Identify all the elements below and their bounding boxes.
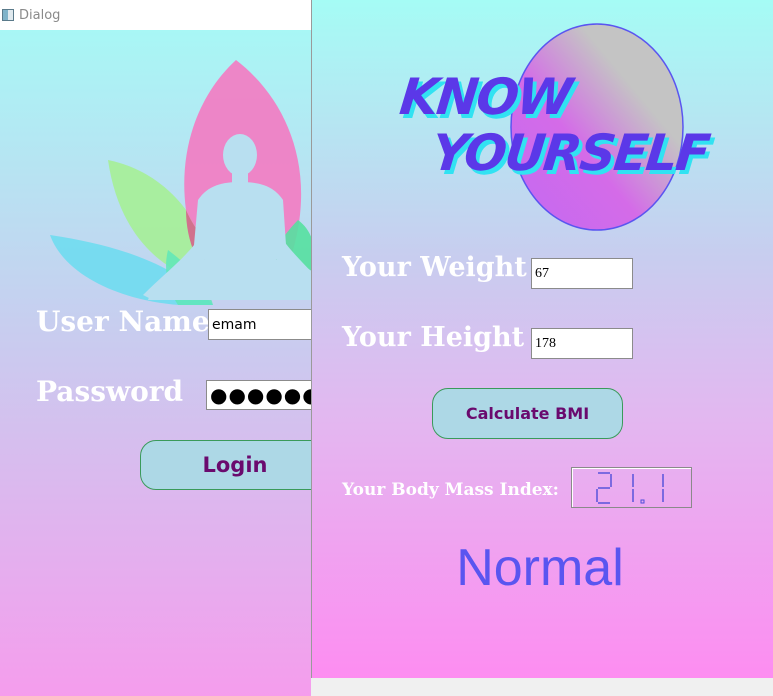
bmi-result-label: Your Body Mass Index: <box>342 480 559 500</box>
weight-label: Your Weight <box>342 252 527 283</box>
height-input[interactable]: 178 <box>531 328 633 359</box>
yoga-lotus-logo <box>50 60 312 305</box>
height-label: Your Height <box>342 322 525 353</box>
calculate-bmi-button[interactable]: Calculate BMI <box>432 388 623 439</box>
lcd-decimal-point <box>640 499 645 503</box>
bmi-window-bottom-strip <box>311 678 773 696</box>
login-title-bar[interactable]: Dialog <box>0 0 312 30</box>
login-window-title: Dialog <box>19 7 61 23</box>
password-label: Password <box>36 375 184 408</box>
bmi-status-value: Normal <box>456 539 624 597</box>
username-input[interactable]: emam <box>208 309 312 340</box>
username-label: User Name <box>36 305 210 338</box>
app-window-icon <box>2 9 14 21</box>
hero-title-line1: KNOW <box>396 68 574 126</box>
login-dialog-window: Dialog User Name Password emam ●●●●●● Lo… <box>0 0 312 696</box>
password-input[interactable]: ●●●●●● <box>206 380 312 410</box>
login-body: User Name Password <box>0 30 312 696</box>
hero-title-line2: YOURSELF <box>428 124 712 182</box>
login-button[interactable]: Login <box>140 440 312 490</box>
bmi-lcd-digits <box>596 471 664 504</box>
bmi-status-text: Normal <box>312 538 773 598</box>
weight-input[interactable]: 67 <box>531 258 633 289</box>
bmi-lcd-display <box>571 467 692 508</box>
bmi-calculator-window: KNOW YOURSELF Your Weight 67 Your Height… <box>311 0 773 678</box>
